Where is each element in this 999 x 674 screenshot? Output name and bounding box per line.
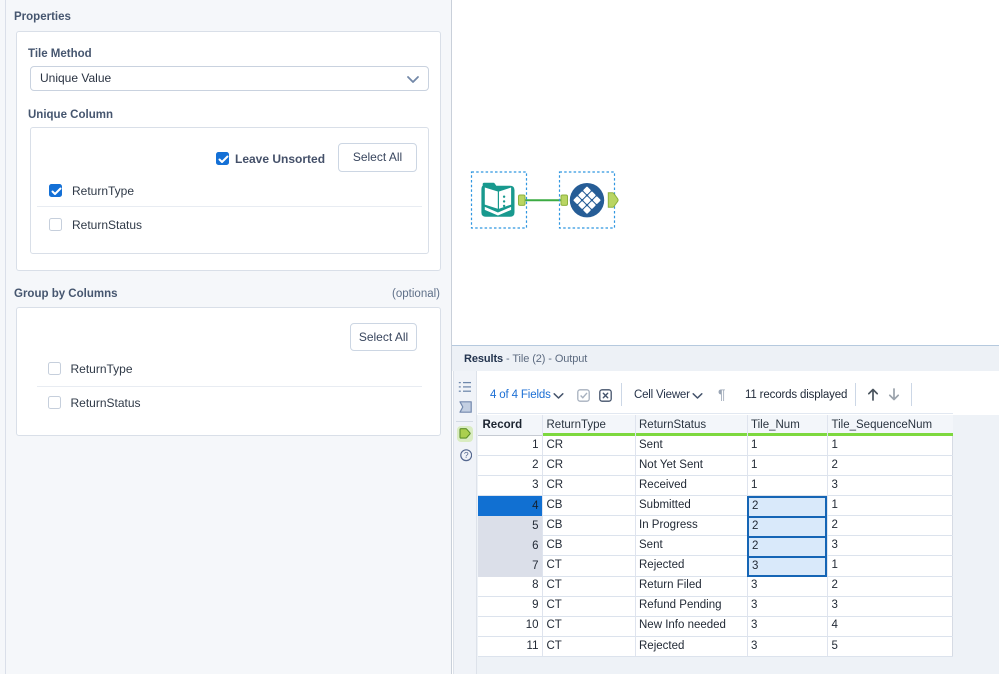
- svg-text:?: ?: [463, 450, 468, 460]
